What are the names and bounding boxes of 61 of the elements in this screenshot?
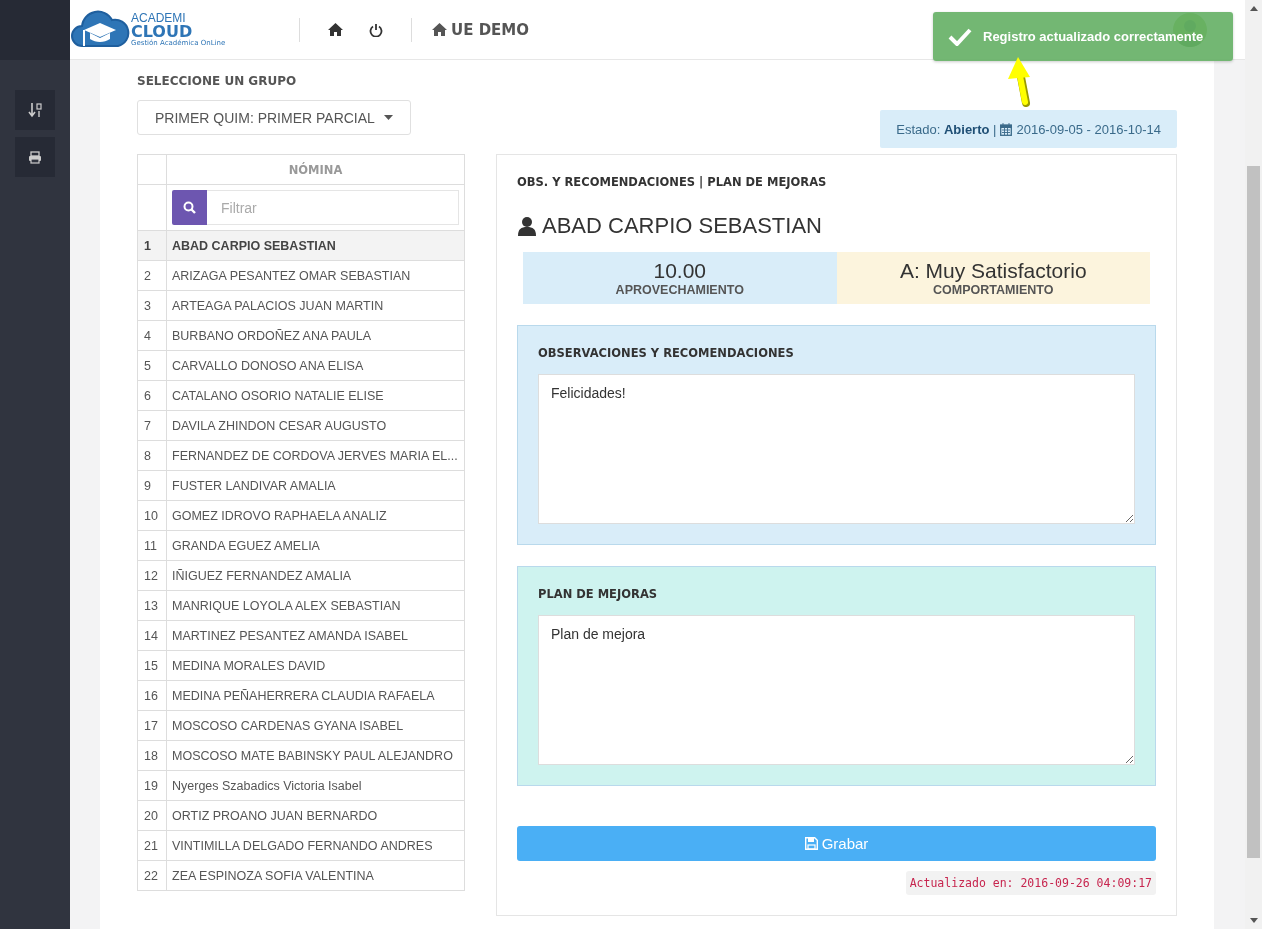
filter-field[interactable]: Filtrar (207, 190, 459, 225)
logo-text: CLOUD (131, 24, 193, 40)
scroll-up-icon (1249, 6, 1258, 11)
score-value: A: Muy Satisfactorio (899, 259, 1087, 283)
section-title: PLAN DE MEJORAS (538, 587, 659, 601)
sort-button[interactable] (15, 90, 55, 130)
score-label: COMPORTAMIENTO (933, 283, 1054, 297)
student-row[interactable]: 14 MARTINEZ PESANTEZ AMANDA ISABEL (138, 621, 464, 651)
student-row[interactable]: 10 GOMEZ IDROVO RAPHAELA ANALIZ (138, 501, 464, 531)
search-icon (183, 201, 196, 214)
status-text: Estado: Abierto | (896, 121, 997, 137)
column-header: NÓMINA (287, 161, 344, 179)
calendar-icon (1000, 122, 1013, 136)
school-name: UE DEMO (451, 20, 530, 39)
power-icon (369, 22, 383, 37)
student-row[interactable]: 17 MOSCOSO CARDENAS GYANA ISABEL (138, 711, 464, 741)
student-row[interactable]: 15 MEDINA MORALES DAVID (138, 651, 464, 681)
student-row[interactable]: 5 CARVALLO DONOSO ANA ELISA (138, 351, 464, 381)
student-row[interactable]: 11 GRANDA EGUEZ AMELIA (138, 531, 464, 561)
sort-icon (28, 102, 42, 118)
section-title: OBSERVACIONES Y RECOMENDACIONES (538, 346, 795, 360)
date-range: 2016-09-05 - 2016-10-14 (1016, 121, 1161, 137)
print-button[interactable] (15, 137, 55, 177)
student-row[interactable]: 20 ORTIZ PROANO JUAN BERNARDO (138, 801, 464, 831)
student-row[interactable]: 16 MEDINA PEÑAHERRERA CLAUDIA RAFAELA (138, 681, 464, 711)
student-row[interactable]: 1 ABAD CARPIO SEBASTIAN (138, 231, 464, 261)
search-button[interactable] (172, 190, 207, 225)
panel-title: OBS. Y RECOMENDACIONES | PLAN DE MEJORAS (517, 175, 828, 189)
score-label: APROVECHAMIENTO (615, 283, 744, 297)
student-name: ABAD CARPIO SEBASTIAN (542, 213, 822, 239)
scrollbar-thumb[interactable] (1247, 166, 1260, 858)
student-row[interactable]: 9 FUSTER LANDIVAR AMALIA (138, 471, 464, 501)
score-value: 10.00 (653, 259, 706, 283)
student-row[interactable]: 18 MOSCOSO MATE BABINSKY PAUL ALEJANDRO (138, 741, 464, 771)
group-dropdown[interactable]: PRIMER QUIM: PRIMER PARCIAL (137, 100, 411, 135)
scroll-down-icon (1249, 918, 1258, 923)
user-icon (518, 216, 536, 236)
student-row[interactable]: 4 BURBANO ORDOÑEZ ANA PAULA (138, 321, 464, 351)
student-row[interactable]: 6 CATALANO OSORIO NATALIE ELISE (138, 381, 464, 411)
text-area[interactable]: Felicidades! (538, 374, 1135, 524)
student-row[interactable]: 2 ARIZAGA PESANTEZ OMAR SEBASTIAN (138, 261, 464, 291)
text-area[interactable]: Plan de mejora (538, 615, 1135, 765)
home-icon (328, 23, 343, 36)
student-row[interactable]: 8 FERNANDEZ DE CORDOVA JERVES MARIA EL... (138, 441, 464, 471)
student-row[interactable]: 7 DAVILA ZHINDON CESAR AUGUSTO (138, 411, 464, 441)
student-row[interactable]: 21 VINTIMILLA DELGADO FERNANDO ANDRES (138, 831, 464, 861)
home-icon (432, 23, 447, 36)
student-row[interactable]: 3 ARTEAGA PALACIOS JUAN MARTIN (138, 291, 464, 321)
updated-timestamp: Actualizado en: 2016-09-26 04:09:17 (905, 871, 1156, 895)
caret-icon (383, 115, 393, 120)
student-row[interactable]: 22 ZEA ESPINOZA SOFIA VALENTINA (138, 861, 464, 890)
scrollbar[interactable] (1245, 0, 1262, 929)
student-row[interactable]: 13 MANRIQUE LOYOLA ALEX SEBASTIAN (138, 591, 464, 621)
student-row[interactable]: 12 IÑIGUEZ FERNANDEZ AMALIA (138, 561, 464, 591)
check-icon (948, 27, 972, 46)
toast-message: Registro actualizado correctamente (983, 29, 1204, 44)
student-row[interactable]: 19 Nyerges Szabadics Victoria Isabel (138, 771, 464, 801)
logo-text: ACADEMI (131, 12, 187, 24)
annotation-arrow (1008, 57, 1030, 107)
printer-icon (28, 150, 42, 164)
section-label: SELECCIONE UN GRUPO (137, 74, 298, 88)
